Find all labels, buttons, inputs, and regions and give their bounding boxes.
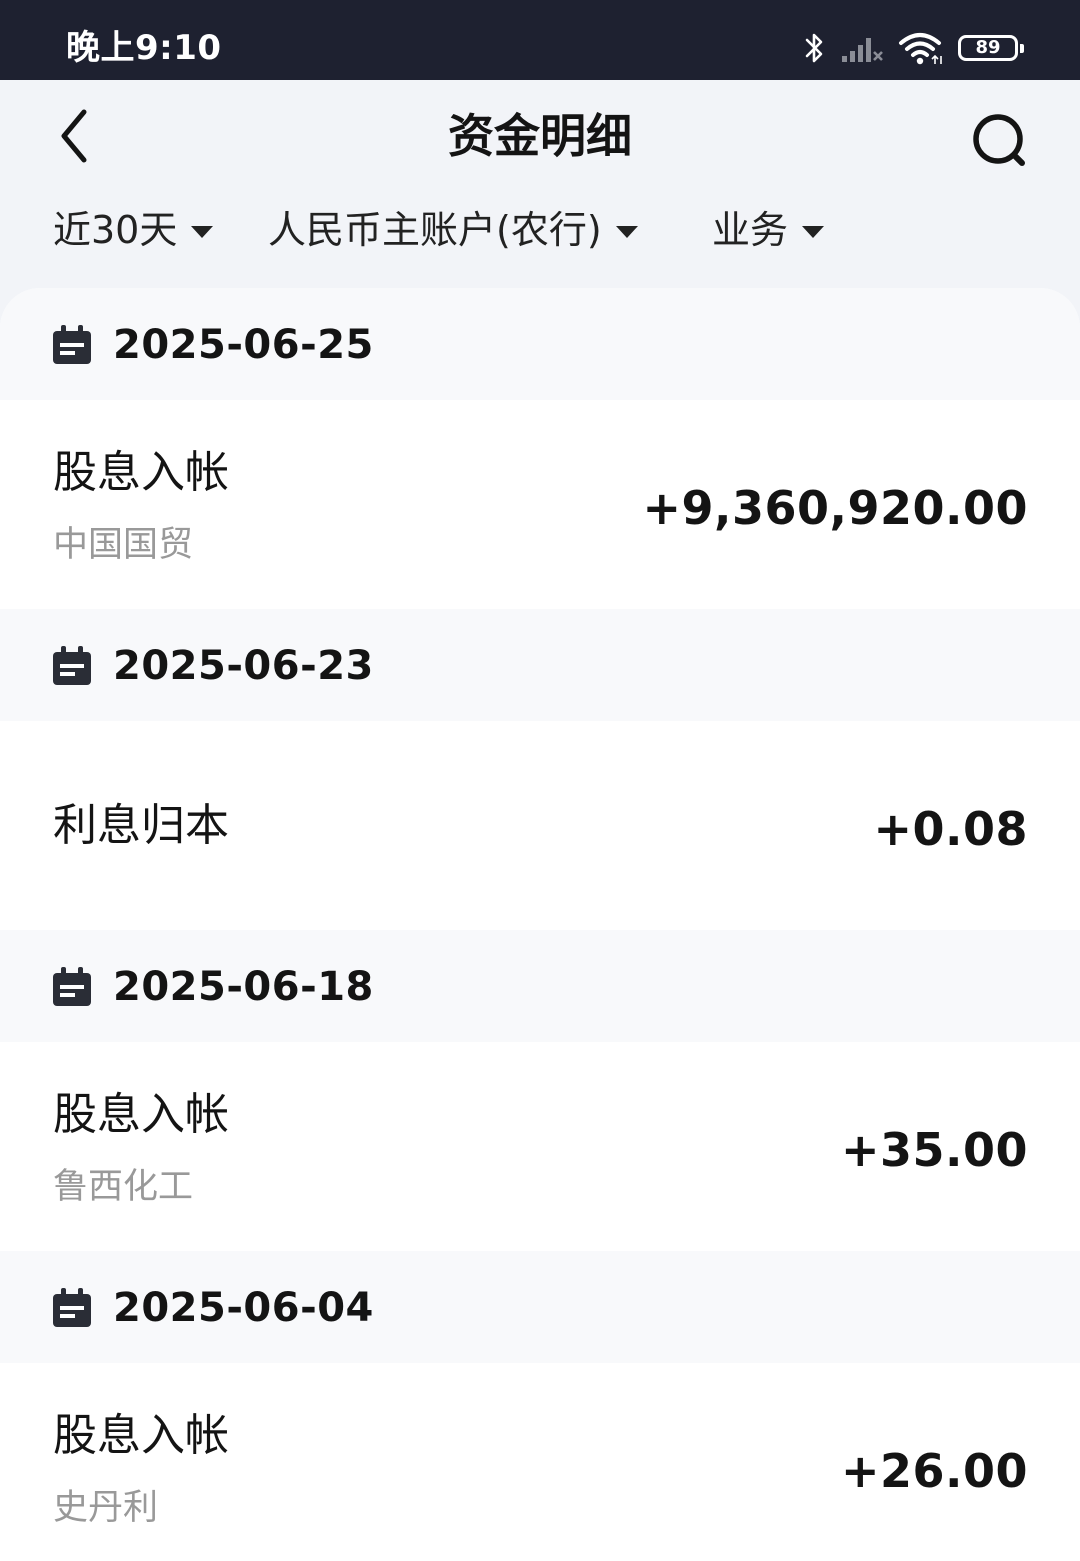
caret-down-icon (191, 226, 214, 238)
business-filter-label: 业务 (712, 208, 789, 252)
period-filter[interactable]: 近30天 (53, 204, 214, 256)
date-label: 2025-06-25 (113, 322, 374, 368)
wifi-icon (899, 33, 942, 65)
transaction-amount: +0.08 (873, 802, 1028, 856)
status-icons: 89 (802, 26, 1024, 70)
date-label: 2025-06-04 (113, 1285, 374, 1331)
date-header: 2025-06-18 (0, 930, 1080, 1042)
business-filter[interactable]: 业务 (712, 204, 825, 256)
status-time: 晚上9:10 (66, 28, 222, 68)
battery-level: 89 (975, 37, 1001, 58)
transaction-row[interactable]: 股息入帐 史丹利 +26.00 (0, 1363, 1080, 1561)
transaction-type: 股息入帐 (53, 1089, 229, 1140)
transaction-type: 利息归本 (53, 800, 229, 851)
date-header: 2025-06-04 (0, 1251, 1080, 1363)
caret-down-icon (615, 226, 638, 238)
transaction-type: 股息入帐 (53, 1410, 229, 1461)
date-label: 2025-06-23 (113, 643, 374, 689)
transaction-row[interactable]: 利息归本 +0.08 (0, 721, 1080, 930)
search-icon (973, 114, 1025, 166)
bluetooth-icon (805, 33, 823, 63)
transaction-subtitle: 鲁西化工 (53, 1167, 194, 1207)
transaction-subtitle: 中国国贸 (53, 525, 194, 565)
calendar-icon (53, 646, 91, 685)
header: 资金明细 (0, 80, 1080, 196)
transaction-amount: +26.00 (840, 1444, 1028, 1498)
transaction-type: 股息入帐 (53, 447, 229, 498)
filter-bar: 近30天 人民币主账户(农行) 业务 (0, 196, 1080, 276)
transaction-row[interactable]: 股息入帐 鲁西化工 +35.00 (0, 1042, 1080, 1251)
transaction-row[interactable]: 股息入帐 中国国贸 +9,360,920.00 (0, 400, 1080, 609)
calendar-icon (53, 325, 91, 364)
status-bar: 晚上9:10 89 (0, 0, 1080, 80)
signal-icon (842, 38, 883, 62)
caret-down-icon (802, 226, 825, 238)
transaction-amount: +35.00 (840, 1123, 1028, 1177)
transaction-list: 2025-06-25 股息入帐 中国国贸 +9,360,920.00 2025-… (0, 288, 1080, 1561)
transaction-subtitle: 史丹利 (53, 1488, 159, 1528)
date-label: 2025-06-18 (113, 964, 374, 1010)
page-title: 资金明细 (448, 109, 632, 163)
transaction-amount: +9,360,920.00 (642, 481, 1028, 535)
calendar-icon (53, 1288, 91, 1327)
search-button[interactable] (968, 110, 1032, 174)
calendar-icon (53, 967, 91, 1006)
date-header: 2025-06-23 (0, 609, 1080, 721)
date-header: 2025-06-25 (0, 288, 1080, 400)
battery-icon: 89 (958, 35, 1024, 61)
account-filter[interactable]: 人民币主账户(农行) (268, 204, 638, 256)
account-filter-label: 人民币主账户(农行) (268, 208, 602, 252)
period-filter-label: 近30天 (53, 208, 178, 252)
